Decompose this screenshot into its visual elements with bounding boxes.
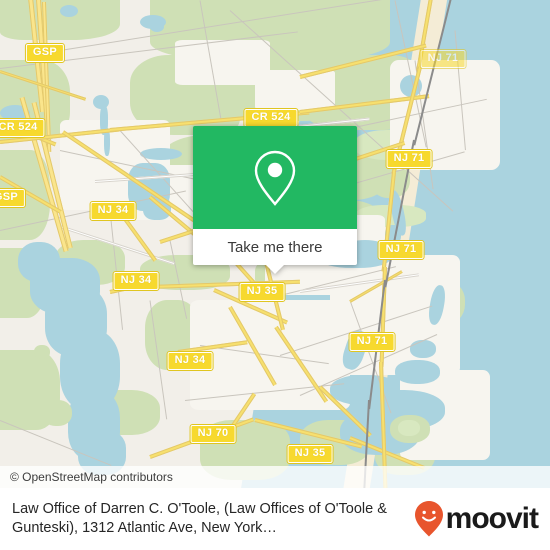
popup-action-label: Take me there	[227, 238, 323, 256]
highway-shield: NJ 35	[286, 444, 334, 464]
place-title: Law Office of Darren C. O'Toole, (Law Of…	[12, 501, 387, 536]
highway-shield: NJ 34	[89, 201, 137, 221]
moovit-brand[interactable]: moovit	[414, 500, 550, 538]
osm-attribution-text: © OpenStreetMap contributors	[10, 470, 173, 484]
popup-pointer-tail	[266, 265, 284, 274]
highway-shield: NJ 71	[348, 332, 396, 352]
map-pin-icon	[254, 150, 296, 206]
highway-shield: NJ 34	[166, 351, 214, 371]
moovit-wordmark: moovit	[445, 502, 539, 535]
highway-shield: CR 524	[0, 118, 46, 138]
highway-shield: CR 524	[243, 108, 299, 128]
popup-header	[193, 126, 357, 229]
map-popup-card[interactable]: Take me there	[193, 126, 357, 274]
highway-shield: GSP	[0, 188, 27, 208]
map-canvas[interactable]: GSP CR 524 NJ 71 CR 524 NJ 71 GSP NJ 34 NJ 71 NJ…	[0, 0, 550, 488]
highway-shield: NJ 35	[238, 282, 286, 302]
popup-action[interactable]: Take me there	[193, 229, 357, 274]
highway-shield: NJ 71	[377, 240, 425, 260]
highway-shield: NJ 70	[189, 424, 237, 444]
highway-shield: NJ 34	[112, 271, 160, 291]
osm-attribution[interactable]: © OpenStreetMap contributors	[0, 466, 550, 488]
highway-shield: NJ 71	[419, 49, 467, 69]
caption-bar: Law Office of Darren C. O'Toole, (Law Of…	[0, 488, 550, 550]
moovit-smiley-pin-icon	[414, 501, 443, 537]
highway-shield: GSP	[24, 43, 66, 63]
highway-shield: NJ 71	[385, 149, 433, 169]
map-screenshot: GSP CR 524 NJ 71 CR 524 NJ 71 GSP NJ 34 NJ 71 NJ…	[0, 0, 550, 550]
